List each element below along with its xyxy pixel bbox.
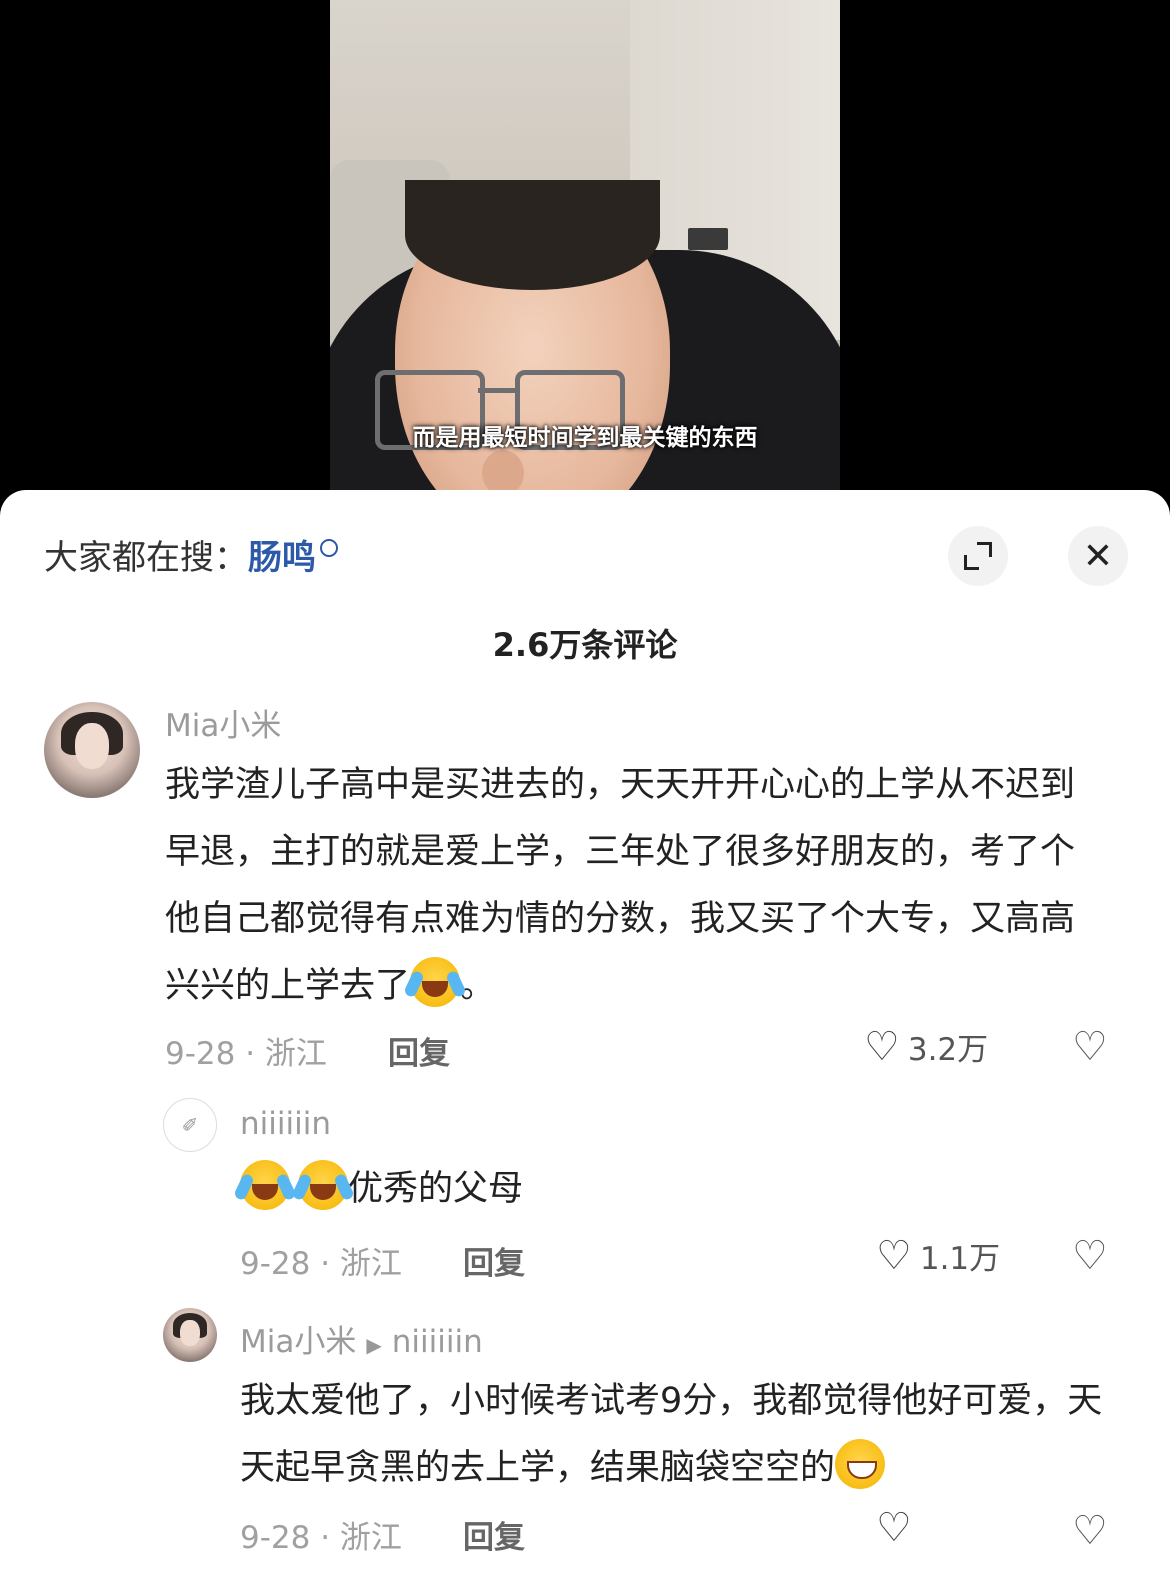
like-button[interactable]: ♡ [876, 1508, 912, 1548]
comment-sheet: 大家都在搜：肠鸣 ✕ 2.6万条评论 Mia小米 我学渣儿子高中是买进去的，天天… [0, 490, 1170, 1578]
video-person-nose [482, 450, 524, 495]
video-light-switch [688, 228, 728, 250]
comment-date-location: 9-28 · 浙江 [165, 1036, 327, 1072]
trending-search-term[interactable]: 肠鸣 [248, 538, 316, 578]
reply-target[interactable]: niiiiiin [392, 1324, 483, 1360]
expand-icon [964, 542, 992, 570]
close-icon: ✕ [1082, 535, 1114, 577]
crying-laughing-emoji-icon [233, 1160, 297, 1210]
reply-text-body: 优秀的父母 [348, 1169, 524, 1209]
reply-button[interactable]: 回复 [388, 1028, 450, 1073]
video-player[interactable]: 而是用最短时间学到最关键的东西 [0, 0, 1170, 500]
reply-username: Mia小米 ▶ niiiiiin [240, 1316, 483, 1361]
avatar[interactable]: ✐ [163, 1098, 217, 1152]
comment-text-body: 我学渣儿子高中是买进去的，天天开开心心的上学从不迟到早退，主打的就是爱上学，三年… [165, 765, 1076, 1006]
like-button[interactable]: ♡ 3.2万 [864, 1024, 988, 1069]
heart-icon: ♡ [876, 1232, 912, 1279]
reply-button[interactable]: 回复 [463, 1238, 525, 1283]
search-icon [320, 539, 338, 557]
video-person-hair [405, 180, 660, 290]
reply-date-location: 9-28 · 浙江 [240, 1246, 402, 1282]
trending-search[interactable]: 大家都在搜：肠鸣 [44, 530, 338, 579]
trending-search-prefix: 大家都在搜： [44, 538, 248, 578]
avatar-face [74, 723, 110, 770]
crying-laughing-emoji-icon [291, 1160, 355, 1210]
heart-icon: ♡ [876, 1505, 912, 1551]
avatar[interactable] [44, 702, 140, 798]
expand-button[interactable] [948, 526, 1008, 586]
grinning-sweat-emoji-icon [835, 1439, 886, 1489]
like-count: 1.1万 [919, 1241, 1001, 1277]
reply-author[interactable]: Mia小米 [240, 1324, 356, 1360]
reply-username[interactable]: niiiiiin [240, 1106, 331, 1142]
comment-username[interactable]: Mia小米 [165, 700, 281, 745]
avatar[interactable] [163, 1308, 217, 1362]
reply-date-location: 9-28 · 浙江 [240, 1520, 402, 1556]
video-frame[interactable]: 而是用最短时间学到最关键的东西 [330, 0, 840, 495]
close-button[interactable]: ✕ [1068, 526, 1128, 586]
comment-text: 我学渣儿子高中是买进去的，天天开开心心的上学从不迟到早退，主打的就是爱上学，三年… [165, 752, 1085, 1020]
like-button[interactable]: ♡ 1.1万 [876, 1233, 1000, 1278]
crying-laughing-emoji-icon [403, 957, 467, 1007]
broken-heart-icon[interactable]: ♡ [1072, 1233, 1108, 1279]
video-subtitle: 而是用最短时间学到最关键的东西 [412, 425, 758, 451]
heart-icon: ♡ [864, 1023, 900, 1070]
avatar-face [180, 1319, 200, 1346]
comment-count-title: 2.6万条评论 [492, 626, 678, 664]
like-count: 3.2万 [907, 1032, 989, 1068]
reply-arrow-icon: ▶ [366, 1333, 382, 1357]
reply-text: 我太爱他了，小时候考试考9分，我都觉得他好可爱，天天起早贪黑的去上学，结果脑袋空… [240, 1368, 1110, 1502]
video-person [330, 180, 840, 495]
reply-text-body: 我太爱他了，小时候考试考9分，我都觉得他好可爱，天天起早贪黑的去上学，结果脑袋空… [240, 1381, 1103, 1488]
reply-button[interactable]: 回复 [463, 1512, 525, 1557]
video-glasses-bridge [478, 388, 518, 393]
broken-heart-icon[interactable]: ♡ [1072, 1024, 1108, 1070]
comment-text-suffix: 。 [460, 966, 496, 1006]
reply-text: 优秀的父母 [233, 1156, 1090, 1223]
avatar-sketch-icon: ✐ [181, 1113, 199, 1137]
broken-heart-icon[interactable]: ♡ [1072, 1508, 1108, 1554]
